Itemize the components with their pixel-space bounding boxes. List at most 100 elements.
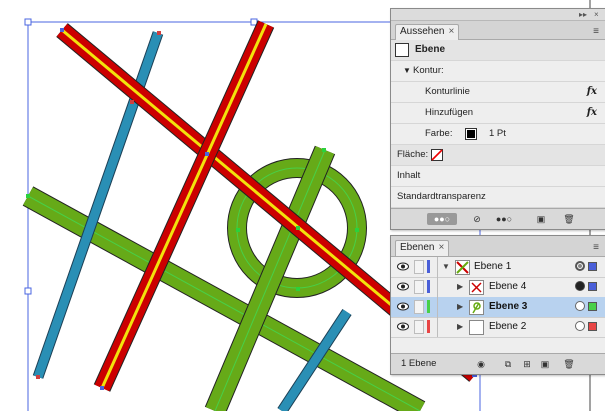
contents-label: Inhalt [397, 170, 421, 181]
locate-object-icon[interactable]: ◉ [475, 358, 487, 370]
stroke-color-swatch[interactable] [465, 128, 477, 140]
reduce-basic-icon[interactable]: ●●○ [491, 213, 517, 225]
object-type-label: Ebene [415, 44, 446, 55]
object-row[interactable]: Ebene [391, 40, 605, 61]
divider [437, 297, 438, 317]
target-icon[interactable] [575, 301, 585, 311]
transparency-label: Standardtransparenz [397, 191, 486, 202]
anchor-point[interactable] [60, 28, 64, 32]
bbox-handle-ml[interactable] [24, 287, 32, 295]
tab-layers-label: Ebenen [400, 242, 435, 253]
tab-close-icon[interactable]: × [438, 242, 444, 253]
anchor-point[interactable] [100, 386, 104, 390]
lock-toggle[interactable] [414, 260, 424, 274]
color-label: Farbe: [425, 128, 453, 139]
lock-toggle[interactable] [414, 320, 424, 334]
panel-dock-bar[interactable]: ▸▸ × [391, 9, 605, 21]
anchor-point[interactable] [26, 194, 30, 198]
divider [437, 277, 438, 297]
close-dock-icon[interactable]: × [594, 10, 599, 19]
duplicate-item-icon[interactable]: ▣ [535, 213, 547, 225]
anchor-point[interactable] [296, 226, 300, 230]
lock-toggle[interactable] [414, 300, 424, 314]
target-icon[interactable] [575, 261, 585, 271]
layer-thumbnail-icon [469, 300, 484, 315]
layer-color-bar [427, 300, 430, 313]
new-layer-icon[interactable]: ▣ [539, 358, 551, 370]
visibility-eye-icon[interactable] [397, 282, 409, 291]
object-thumb-icon [395, 43, 409, 57]
add-row[interactable]: Hinzufügen fx [391, 103, 605, 124]
transparency-row[interactable]: Standardtransparenz [391, 187, 605, 208]
layer-thumbnail-icon [455, 260, 470, 275]
layer-name[interactable]: Ebene 4 [489, 281, 526, 292]
new-art-basic-icon[interactable]: ●●○ [427, 213, 457, 225]
fill-label: Fläche: [397, 149, 429, 160]
fx-icon[interactable]: fx [587, 82, 597, 102]
layer-name[interactable]: Ebene 2 [489, 321, 526, 332]
anchor-point[interactable] [296, 287, 300, 291]
selection-square[interactable] [588, 262, 597, 271]
visibility-eye-icon[interactable] [397, 262, 409, 271]
expand-triangle-icon[interactable]: ▶ [457, 322, 463, 331]
delete-layer-icon[interactable]: 🗑 [563, 358, 575, 370]
expand-triangle-icon[interactable]: ▶ [457, 282, 463, 291]
tab-layers[interactable]: Ebenen × [395, 240, 450, 256]
stroke-expand-icon[interactable]: ▼ [403, 61, 411, 81]
layer-row-ebene-1[interactable]: ▼ Ebene 1 [391, 257, 605, 278]
divider [437, 317, 438, 337]
divider [437, 257, 438, 277]
delete-item-icon[interactable]: 🗑 [563, 213, 575, 225]
appearance-tabstrip: Aussehen × ≡ [391, 21, 605, 40]
expand-triangle-icon[interactable]: ▶ [457, 302, 463, 311]
target-icon[interactable] [575, 281, 585, 291]
anchor-point[interactable] [236, 228, 240, 232]
stroke-line-label: Konturlinie [425, 86, 470, 97]
tab-appearance-label: Aussehen [400, 26, 445, 37]
tab-close-icon[interactable]: × [448, 26, 454, 37]
layer-list: ▼ Ebene 1 ▶ Ebene 4 ▶ Ebene 3 ▶ Ebene 2 [391, 257, 605, 353]
make-clipping-mask-icon[interactable]: ⧉ [501, 358, 515, 370]
color-row[interactable]: Farbe: 1 Pt [391, 124, 605, 145]
stroke-weight-value[interactable]: 1 Pt [489, 124, 506, 144]
layer-thumbnail-icon [469, 320, 484, 335]
target-icon[interactable] [575, 321, 585, 331]
selection-square[interactable] [588, 322, 597, 331]
layer-count-label: 1 Ebene [401, 358, 437, 369]
layers-panel: Ebenen × ≡ ▼ Ebene 1 ▶ Ebene 4 ▶ Ebene 3… [390, 235, 605, 375]
lock-toggle[interactable] [414, 280, 424, 294]
collapse-icon[interactable]: ▸▸ [579, 10, 587, 19]
fill-none-swatch-icon[interactable] [431, 149, 443, 161]
clear-appearance-icon[interactable]: ⊘ [471, 213, 483, 225]
anchor-point[interactable] [205, 152, 209, 156]
appearance-body: Ebene ▼ Kontur: Konturlinie fx Hinzufüge… [391, 40, 605, 209]
tab-appearance[interactable]: Aussehen × [395, 24, 460, 40]
appearance-footer: ●●○ ⊘ ●●○ ▣ 🗑 [391, 208, 605, 229]
visibility-eye-icon[interactable] [397, 302, 409, 311]
selection-square[interactable] [588, 302, 597, 311]
new-sublayer-icon[interactable]: ⊞ [521, 358, 533, 370]
anchor-point[interactable] [130, 100, 134, 104]
layer-row-ebene-2[interactable]: ▶ Ebene 2 [391, 317, 605, 338]
layer-row-ebene-4[interactable]: ▶ Ebene 4 [391, 277, 605, 298]
anchor-point[interactable] [355, 228, 359, 232]
visibility-eye-icon[interactable] [397, 322, 409, 331]
layers-footer: 1 Ebene ◉ ⧉ ⊞ ▣ 🗑 [391, 353, 605, 374]
anchor-point[interactable] [322, 148, 326, 152]
fill-row[interactable]: Fläche: [391, 145, 605, 166]
bbox-handle-tl[interactable] [24, 18, 32, 26]
selection-square[interactable] [588, 282, 597, 291]
panel-menu-icon[interactable]: ≡ [593, 26, 599, 37]
contents-row[interactable]: Inhalt [391, 166, 605, 187]
anchor-point[interactable] [36, 375, 40, 379]
anchor-point[interactable] [157, 31, 161, 35]
fx-add-icon[interactable]: fx [587, 103, 597, 123]
expand-triangle-icon[interactable]: ▼ [442, 262, 450, 271]
layer-name[interactable]: Ebene 1 [474, 261, 511, 272]
layer-row-ebene-3[interactable]: ▶ Ebene 3 [391, 297, 605, 318]
stroke-section-label: Kontur: [413, 65, 444, 76]
layer-name[interactable]: Ebene 3 [489, 301, 527, 312]
stroke-line-row[interactable]: Konturlinie fx [391, 82, 605, 103]
stroke-section-row[interactable]: ▼ Kontur: [391, 61, 605, 82]
layers-menu-icon[interactable]: ≡ [593, 242, 599, 253]
